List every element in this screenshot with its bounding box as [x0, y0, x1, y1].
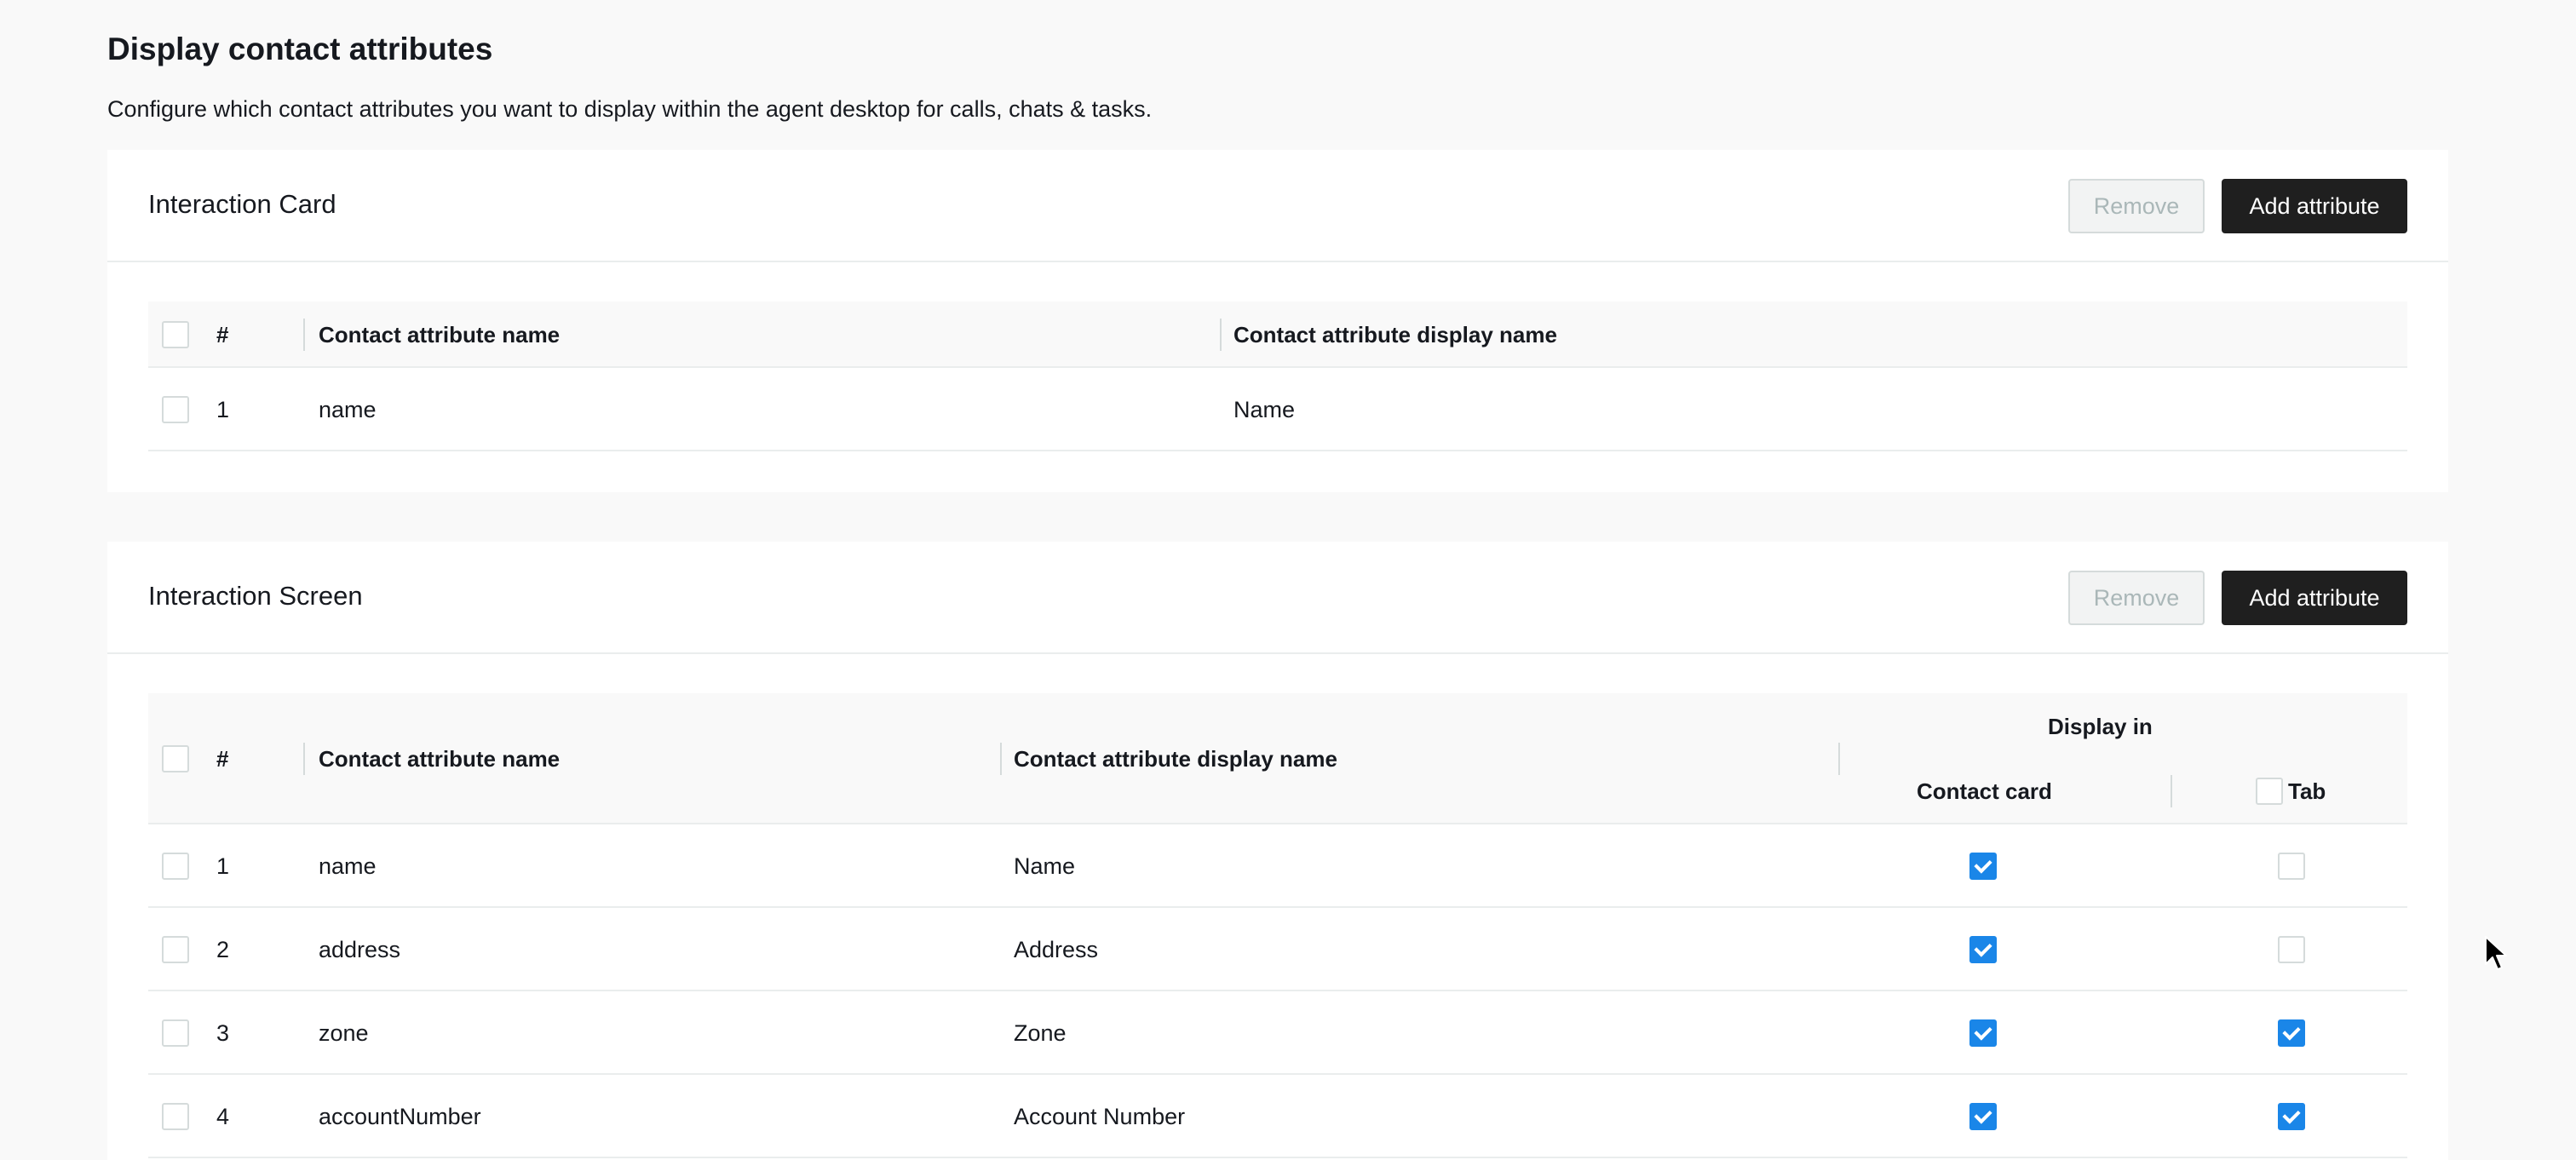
row-index: 4	[216, 1104, 230, 1129]
page-title: Display contact attributes	[107, 32, 493, 66]
table-row: 3 zone Zone	[148, 991, 2407, 1075]
column-divider[interactable]	[2171, 775, 2172, 807]
row-attribute-display-name: Zone	[1014, 1020, 1067, 1046]
interaction-card-header: Interaction Card Remove Add attribute	[107, 150, 2448, 262]
table-header: # Contact attribute name Contact attribu…	[148, 693, 2407, 824]
contact-card-checkbox[interactable]	[1969, 936, 1997, 963]
column-group-display-in: Display in	[2048, 714, 2153, 739]
table-header: # Contact attribute name Contact attribu…	[148, 301, 2407, 368]
column-header-contact-card: Contact card	[1917, 778, 2052, 804]
tab-checkbox[interactable]	[2278, 936, 2305, 963]
interaction-screen-header: Interaction Screen Remove Add attribute	[107, 542, 2448, 654]
column-header-name: Contact attribute name	[319, 746, 561, 772]
column-header-index: #	[216, 746, 229, 772]
row-index: 2	[216, 937, 230, 962]
interaction-card-table: # Contact attribute name Contact attribu…	[148, 301, 2407, 451]
row-select-checkbox[interactable]	[162, 1019, 189, 1047]
row-attribute-display-name: Address	[1014, 937, 1099, 962]
row-index: 3	[216, 1020, 230, 1046]
table-row: 4 accountNumber Account Number	[148, 1075, 2407, 1158]
column-header-tab: Tab	[2288, 778, 2326, 804]
interaction-card-panel: Interaction Card Remove Add attribute # …	[107, 150, 2448, 492]
column-header-name: Contact attribute name	[319, 322, 561, 347]
row-attribute-display-name: Account Number	[1014, 1104, 1186, 1129]
table-row: 1 name Name	[148, 824, 2407, 908]
interaction-card-add-attribute-button[interactable]: Add attribute	[2222, 179, 2407, 233]
column-header-display-name: Contact attribute display name	[1014, 746, 1337, 772]
tab-checkbox[interactable]	[2278, 1019, 2305, 1047]
table-row: 1 name Name	[148, 368, 2407, 451]
column-divider[interactable]	[1838, 743, 1840, 775]
row-attribute-name: zone	[319, 1020, 369, 1046]
interaction-screen-panel: Interaction Screen Remove Add attribute …	[107, 542, 2448, 1160]
mouse-cursor-icon	[2485, 936, 2507, 970]
contact-card-checkbox[interactable]	[1969, 1103, 1997, 1130]
row-attribute-name: name	[319, 853, 377, 879]
table-row: 2 address Address	[148, 908, 2407, 991]
page: Display contact attributes Configure whi…	[0, 0, 2576, 1160]
column-divider[interactable]	[303, 743, 305, 775]
interaction-card-title: Interaction Card	[148, 189, 336, 219]
page-description: Configure which contact attributes you w…	[107, 96, 1153, 122]
interaction-card-rows: 1 name Name	[148, 368, 2407, 451]
column-header-display-name: Contact attribute display name	[1233, 322, 1557, 347]
interaction-screen-remove-button[interactable]: Remove	[2068, 571, 2205, 625]
interaction-card-remove-button[interactable]: Remove	[2068, 179, 2205, 233]
contact-card-checkbox[interactable]	[1969, 1019, 1997, 1047]
column-divider[interactable]	[1000, 743, 1002, 775]
row-attribute-name: name	[319, 397, 377, 422]
column-divider[interactable]	[303, 319, 305, 351]
row-attribute-display-name: Name	[1014, 853, 1076, 879]
contact-card-checkbox[interactable]	[1969, 853, 1997, 880]
row-attribute-name: address	[319, 937, 401, 962]
interaction-screen-rows: 1 name Name 2 address Address 3 zone Zone 4 accoun…	[148, 824, 2407, 1158]
tab-select-all-checkbox[interactable]	[2256, 778, 2283, 805]
column-header-index: #	[216, 322, 229, 347]
row-attribute-name: accountNumber	[319, 1104, 481, 1129]
row-index: 1	[216, 853, 230, 879]
row-attribute-display-name: Name	[1233, 397, 1296, 422]
tab-checkbox[interactable]	[2278, 1103, 2305, 1130]
row-select-checkbox[interactable]	[162, 1103, 189, 1130]
select-all-checkbox[interactable]	[162, 745, 189, 772]
tab-checkbox[interactable]	[2278, 853, 2305, 880]
interaction-screen-add-attribute-button[interactable]: Add attribute	[2222, 571, 2407, 625]
interaction-screen-title: Interaction Screen	[148, 581, 363, 611]
select-all-checkbox[interactable]	[162, 321, 189, 348]
row-index: 1	[216, 397, 230, 422]
row-select-checkbox[interactable]	[162, 853, 189, 880]
row-select-checkbox[interactable]	[162, 936, 189, 963]
column-divider[interactable]	[1220, 319, 1222, 351]
interaction-screen-table: # Contact attribute name Contact attribu…	[148, 693, 2407, 1158]
row-select-checkbox[interactable]	[162, 396, 189, 423]
